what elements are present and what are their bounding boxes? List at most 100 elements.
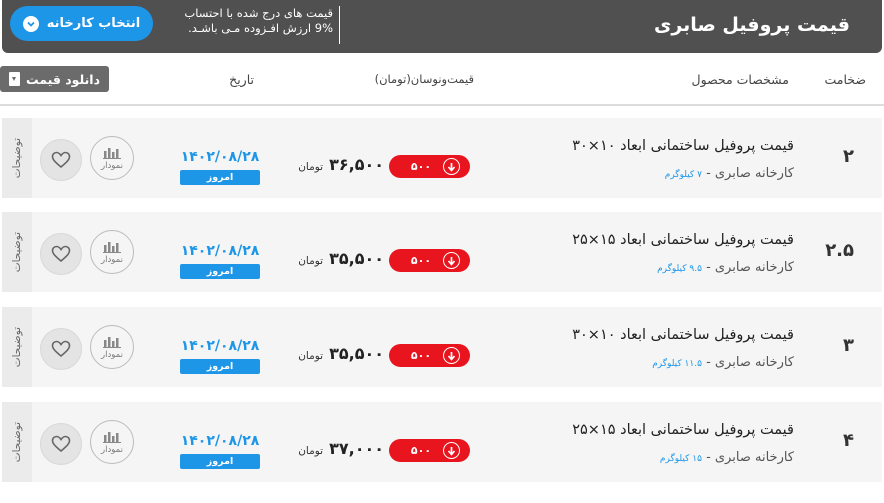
product-weight: ۱۱.۵ کیلوگرم bbox=[652, 359, 702, 369]
row-price: ۳۵,۵۰۰ تومان bbox=[288, 249, 384, 268]
description-tab[interactable]: توضیحات bbox=[2, 307, 32, 387]
chart-button[interactable]: نمودار bbox=[90, 420, 134, 464]
heart-icon bbox=[51, 435, 71, 453]
heart-icon bbox=[51, 151, 71, 169]
choose-factory-label: انتخاب کارخانه bbox=[46, 16, 141, 31]
bar-chart-icon bbox=[103, 431, 121, 443]
price-currency: تومان bbox=[298, 350, 324, 362]
factory-name: کارخانه صابری - bbox=[706, 355, 794, 370]
row-thickness: ۴ bbox=[843, 430, 854, 451]
product-subtitle: کارخانه صابری - ۱۵ کیلوگرم bbox=[660, 450, 794, 465]
product-weight: ۱۵ کیلوگرم bbox=[659, 454, 702, 464]
today-badge: امروز bbox=[180, 170, 260, 185]
vat-note-line2: 9% ارزش افـزوده مـی باشـد. bbox=[188, 21, 333, 35]
price-change-badge: ۵۰۰ bbox=[389, 249, 470, 272]
chart-label: نمودار bbox=[101, 160, 123, 171]
chart-label: نمودار bbox=[101, 444, 123, 455]
description-tab-label: توضیحات bbox=[11, 326, 23, 368]
product-subtitle: کارخانه صابری - ۹.۵ کیلوگرم bbox=[657, 260, 794, 275]
price-currency: تومان bbox=[298, 445, 324, 457]
price-value: ۳۶,۵۰۰ bbox=[329, 155, 384, 174]
product-weight: ۹.۵ کیلوگرم bbox=[657, 264, 702, 274]
file-download-icon bbox=[9, 72, 20, 86]
price-change-badge: ۵۰۰ bbox=[389, 344, 470, 367]
chevron-down-icon bbox=[22, 15, 39, 32]
arrow-down-icon bbox=[443, 347, 461, 364]
today-badge: امروز bbox=[180, 454, 260, 469]
bar-chart-icon bbox=[103, 241, 121, 253]
description-tab-label: توضیحات bbox=[11, 231, 23, 273]
vat-note-line1: قیمت های درج شده با احتساب bbox=[184, 6, 333, 20]
price-value: ۳۷,۰۰۰ bbox=[329, 439, 384, 458]
choose-factory-button[interactable]: انتخاب کارخانه bbox=[10, 6, 153, 41]
factory-name: کارخانه صابری - bbox=[706, 166, 794, 181]
table-row: توضیحات نمودار ۱۴۰۲/۰۸/۲۸ امروز ۳۵,۵۰۰ ت… bbox=[2, 212, 882, 292]
today-badge: امروز bbox=[180, 359, 260, 374]
chart-button[interactable]: نمودار bbox=[90, 325, 134, 369]
price-change-badge: ۵۰۰ bbox=[389, 155, 470, 178]
heart-icon bbox=[51, 340, 71, 358]
table-row: توضیحات نمودار ۱۴۰۲/۰۸/۲۸ امروز ۳۷,۰۰۰ ت… bbox=[2, 402, 882, 482]
chart-button[interactable]: نمودار bbox=[90, 230, 134, 274]
favorite-button[interactable] bbox=[40, 423, 82, 465]
price-value: ۳۵,۵۰۰ bbox=[329, 344, 384, 363]
row-price: ۳۶,۵۰۰ تومان bbox=[288, 155, 384, 174]
row-thickness: ۲.۵ bbox=[825, 240, 854, 261]
price-currency: تومان bbox=[298, 161, 324, 173]
arrow-down-icon bbox=[443, 252, 461, 269]
vat-note: قیمت های درج شده با احتساب 9% ارزش افـزو… bbox=[174, 6, 340, 44]
heart-icon bbox=[51, 245, 71, 263]
table-row: توضیحات نمودار ۱۴۰۲/۰۸/۲۸ امروز ۳۶,۵۰۰ ت… bbox=[2, 118, 882, 198]
price-change-value: ۵۰۰ bbox=[410, 160, 432, 173]
favorite-button[interactable] bbox=[40, 139, 82, 181]
product-name[interactable]: قیمت پروفیل ساختمانی ابعاد ۱۰×۳۰ bbox=[572, 138, 794, 154]
row-thickness: ۳ bbox=[843, 335, 854, 356]
factory-name: کارخانه صابری - bbox=[706, 260, 794, 275]
col-thickness: ضخامت bbox=[824, 72, 866, 87]
chart-label: نمودار bbox=[101, 349, 123, 360]
page-title: قیمت پروفیل صابری bbox=[653, 14, 850, 36]
favorite-button[interactable] bbox=[40, 328, 82, 370]
col-specs: مشخصات محصول bbox=[691, 72, 789, 87]
row-date: ۱۴۰۲/۰۸/۲۸ bbox=[180, 149, 260, 165]
product-name[interactable]: قیمت پروفیل ساختمانی ابعاد ۱۵×۲۵ bbox=[572, 422, 794, 438]
price-change-value: ۵۰۰ bbox=[410, 349, 432, 362]
page-header: قیمت پروفیل صابری قیمت های درج شده با اح… bbox=[2, 0, 882, 53]
chart-button[interactable]: نمودار bbox=[90, 136, 134, 180]
product-name[interactable]: قیمت پروفیل ساختمانی ابعاد ۱۰×۳۰ bbox=[572, 327, 794, 343]
favorite-button[interactable] bbox=[40, 233, 82, 275]
row-date: ۱۴۰۲/۰۸/۲۸ bbox=[180, 243, 260, 259]
download-price-label: دانلود قیمت bbox=[26, 71, 100, 87]
row-price: ۳۵,۵۰۰ تومان bbox=[288, 344, 384, 363]
today-badge: امروز bbox=[180, 264, 260, 279]
chart-label: نمودار bbox=[101, 254, 123, 265]
bar-chart-icon bbox=[103, 147, 121, 159]
table-row: توضیحات نمودار ۱۴۰۲/۰۸/۲۸ امروز ۳۵,۵۰۰ ت… bbox=[2, 307, 882, 387]
table-header: ضخامت مشخصات محصول قیمت‌ونوسان(تومان) تا… bbox=[0, 56, 884, 106]
download-price-button[interactable]: دانلود قیمت bbox=[0, 66, 109, 92]
product-name[interactable]: قیمت پروفیل ساختمانی ابعاد ۱۵×۲۵ bbox=[572, 232, 794, 248]
price-change-badge: ۵۰۰ bbox=[389, 439, 470, 462]
col-date: تاریخ bbox=[229, 72, 254, 87]
price-change-value: ۵۰۰ bbox=[410, 444, 432, 457]
description-tab[interactable]: توضیحات bbox=[2, 212, 32, 292]
description-tab[interactable]: توضیحات bbox=[2, 118, 32, 198]
product-subtitle: کارخانه صابری - ۷ کیلوگرم bbox=[665, 166, 794, 181]
product-subtitle: کارخانه صابری - ۱۱.۵ کیلوگرم bbox=[652, 355, 794, 370]
description-tab-label: توضیحات bbox=[11, 137, 23, 179]
price-currency: تومان bbox=[298, 255, 324, 267]
row-price: ۳۷,۰۰۰ تومان bbox=[288, 439, 384, 458]
bar-chart-icon bbox=[103, 336, 121, 348]
arrow-down-icon bbox=[443, 158, 461, 175]
product-weight: ۷ کیلوگرم bbox=[664, 170, 702, 180]
price-change-value: ۵۰۰ bbox=[410, 254, 432, 267]
arrow-down-icon bbox=[443, 442, 461, 459]
row-thickness: ۲ bbox=[843, 146, 854, 167]
col-price: قیمت‌ونوسان(تومان) bbox=[374, 72, 474, 86]
price-value: ۳۵,۵۰۰ bbox=[329, 249, 384, 268]
description-tab-label: توضیحات bbox=[11, 421, 23, 463]
description-tab[interactable]: توضیحات bbox=[2, 402, 32, 482]
factory-name: کارخانه صابری - bbox=[706, 450, 794, 465]
row-date: ۱۴۰۲/۰۸/۲۸ bbox=[180, 338, 260, 354]
row-date: ۱۴۰۲/۰۸/۲۸ bbox=[180, 433, 260, 449]
